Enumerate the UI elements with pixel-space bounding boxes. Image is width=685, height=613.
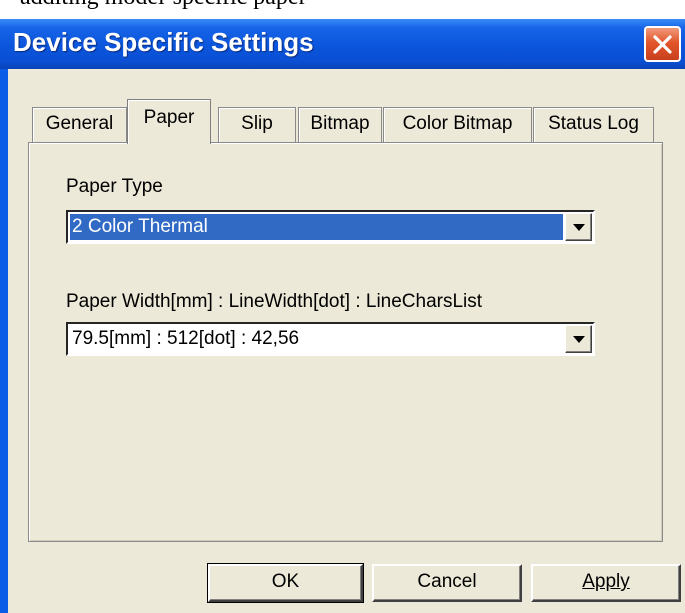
tab-general[interactable]: General — [32, 107, 127, 142]
paper-type-dropdown-button[interactable] — [565, 213, 592, 241]
tab-slip[interactable]: Slip — [218, 107, 296, 142]
cancel-button[interactable]: Cancel — [372, 564, 522, 602]
tab-bitmap[interactable]: Bitmap — [298, 107, 382, 142]
close-button[interactable] — [644, 26, 681, 62]
paper-type-label: Paper Type — [66, 176, 163, 197]
chevron-down-icon — [573, 224, 585, 231]
dialog-window: Device Specific Settings General Paper S… — [0, 19, 685, 613]
tab-color-bitmap[interactable]: Color Bitmap — [383, 107, 532, 142]
tab-status-log[interactable]: Status Log — [533, 107, 654, 142]
apply-button[interactable]: Apply — [531, 564, 681, 602]
paper-width-dropdown-button[interactable] — [565, 325, 592, 353]
paper-width-dropdown[interactable]: 79.5[mm] : 512[dot] : 42,56 — [66, 322, 595, 356]
ok-button[interactable]: OK — [207, 563, 364, 603]
window-title: Device Specific Settings — [13, 27, 314, 57]
dialog-client-area: General Paper Slip Bitmap Color Bitmap S… — [8, 69, 685, 613]
tab-paper[interactable]: Paper — [127, 99, 211, 144]
background-document-text: additing model-specific paper — [20, 0, 307, 11]
paper-type-value: 2 Color Thermal — [70, 214, 563, 240]
chevron-down-icon — [573, 336, 585, 343]
paper-width-value: 79.5[mm] : 512[dot] : 42,56 — [72, 328, 300, 349]
close-icon — [653, 35, 672, 54]
paper-type-dropdown[interactable]: 2 Color Thermal — [66, 210, 595, 244]
paper-width-label: Paper Width[mm] : LineWidth[dot] : LineC… — [66, 291, 483, 312]
title-bar[interactable]: Device Specific Settings — [0, 19, 685, 69]
